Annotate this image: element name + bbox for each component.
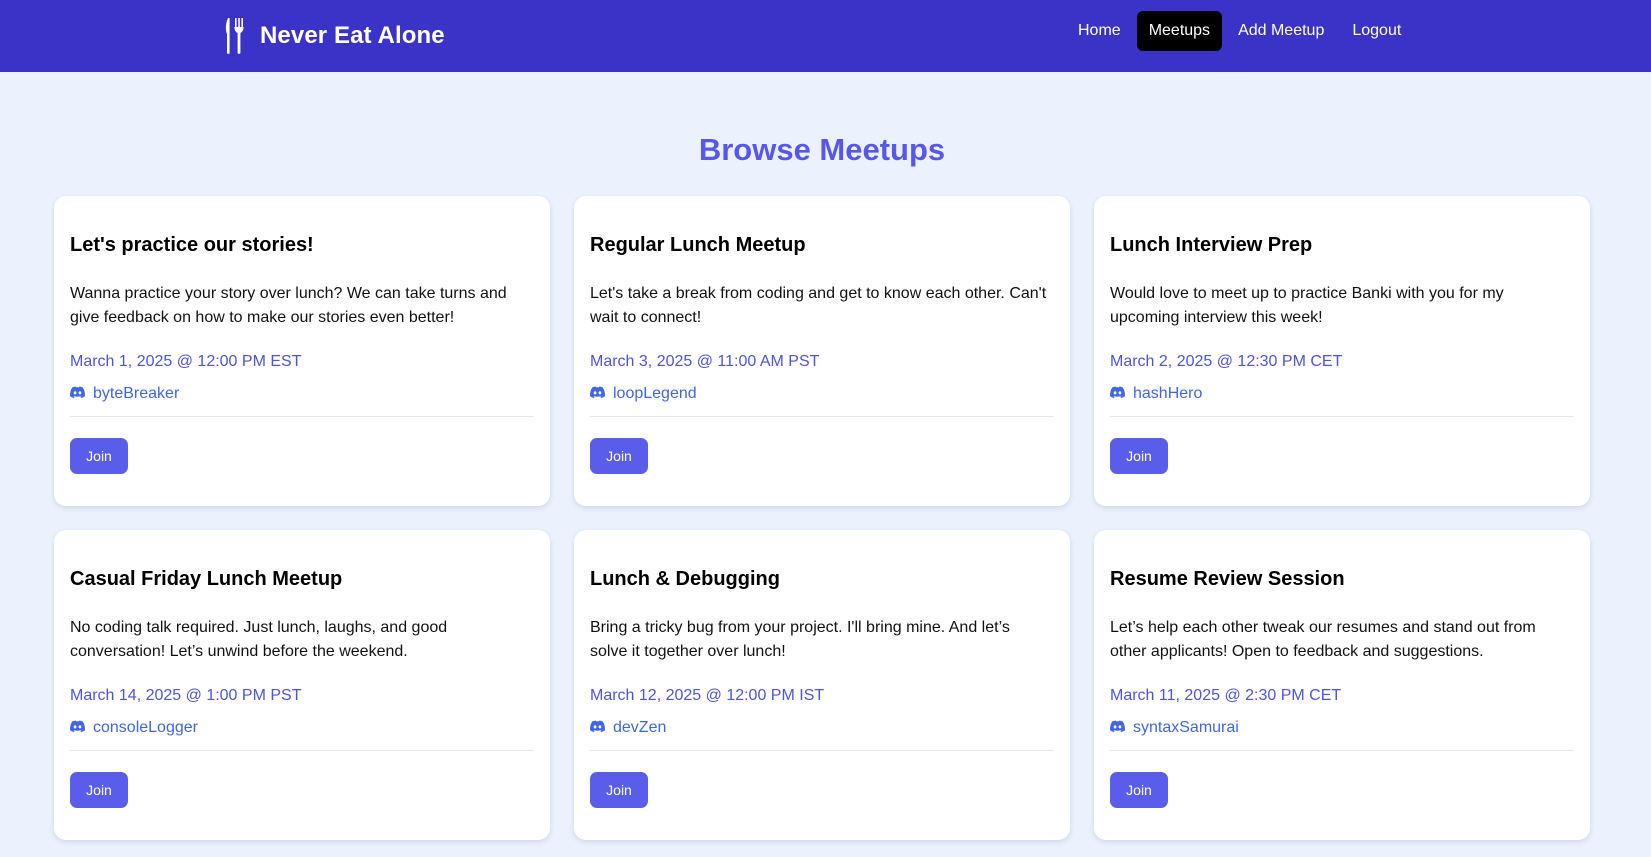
card-divider — [1110, 750, 1574, 751]
meetup-card: Lunch & Debugging Bring a tricky bug fro… — [574, 530, 1070, 840]
meetup-description: Wanna practice your story over lunch? We… — [70, 285, 507, 326]
meetup-description: Would love to meet up to practice Banki … — [1110, 285, 1504, 326]
meetup-description: Let’s help each other tweak our resumes … — [1110, 619, 1536, 660]
meetup-host-link[interactable]: byteBreaker — [70, 385, 179, 403]
meetup-title: Lunch & Debugging — [590, 568, 780, 590]
brand[interactable]: Never Eat Alone — [224, 0, 445, 72]
card-divider — [70, 750, 534, 751]
join-button[interactable]: Join — [70, 438, 128, 474]
discord-icon — [1110, 385, 1125, 403]
meetup-card: Let's practice our stories! Wanna practi… — [54, 196, 550, 506]
nav-meetups[interactable]: Meetups — [1136, 11, 1223, 51]
meetup-host-link[interactable]: consoleLogger — [70, 719, 198, 737]
discord-icon — [590, 385, 605, 403]
host-username: syntaxSamurai — [1133, 719, 1239, 736]
meetup-title: Resume Review Session — [1110, 568, 1345, 590]
card-divider — [70, 416, 534, 417]
meetup-title: Let's practice our stories! — [70, 234, 314, 256]
meetup-card: Regular Lunch Meetup Let's take a break … — [574, 196, 1070, 506]
host-username: devZen — [613, 719, 667, 736]
discord-icon — [70, 719, 85, 737]
meetup-datetime: March 2, 2025 @ 12:30 PM CET — [1110, 353, 1343, 370]
meetup-host-link[interactable]: syntaxSamurai — [1110, 719, 1239, 737]
card-divider — [590, 750, 1054, 751]
meetup-datetime: March 1, 2025 @ 12:00 PM EST — [70, 353, 302, 370]
top-navbar: Never Eat Alone Home Meetups Add Meetup … — [0, 0, 1651, 72]
join-button[interactable]: Join — [1110, 772, 1168, 808]
meetup-datetime: March 11, 2025 @ 2:30 PM CET — [1110, 687, 1342, 704]
card-divider — [590, 416, 1054, 417]
meetup-card: Casual Friday Lunch Meetup No coding tal… — [54, 530, 550, 840]
join-button[interactable]: Join — [590, 438, 648, 474]
meetup-title: Regular Lunch Meetup — [590, 234, 806, 256]
meetup-title: Lunch Interview Prep — [1110, 234, 1313, 256]
meetup-host-link[interactable]: hashHero — [1110, 385, 1202, 403]
page-title: Browse Meetups — [698, 132, 946, 167]
fork-knife-icon — [224, 17, 246, 55]
meetup-host-link[interactable]: loopLegend — [590, 385, 697, 403]
join-button[interactable]: Join — [70, 772, 128, 808]
meetup-card: Lunch Interview Prep Would love to meet … — [1094, 196, 1590, 506]
nav-add-meetup[interactable]: Add Meetup — [1226, 11, 1336, 51]
meetup-title: Casual Friday Lunch Meetup — [70, 568, 343, 590]
meetup-grid: Let's practice our stories! Wanna practi… — [54, 196, 1590, 840]
host-username: byteBreaker — [93, 385, 180, 402]
meetup-card: Resume Review Session Let’s help each ot… — [1094, 530, 1590, 840]
host-username: consoleLogger — [93, 719, 198, 736]
discord-icon — [590, 719, 605, 737]
meetup-description: Bring a tricky bug from your project. I'… — [590, 619, 1010, 660]
host-username: hashHero — [1133, 385, 1203, 402]
main-nav: Home Meetups Add Meetup Logout — [1066, 11, 1413, 51]
meetup-datetime: March 14, 2025 @ 1:00 PM PST — [70, 687, 302, 704]
discord-icon — [70, 385, 85, 403]
nav-logout[interactable]: Logout — [1340, 11, 1413, 51]
join-button[interactable]: Join — [590, 772, 648, 808]
discord-icon — [1110, 719, 1125, 737]
brand-title: Never Eat Alone — [260, 22, 445, 49]
meetup-description: Let's take a break from coding and get t… — [590, 285, 1047, 326]
meetup-host-link[interactable]: devZen — [590, 719, 666, 737]
meetup-description: No coding talk required. Just lunch, lau… — [70, 619, 448, 660]
meetup-datetime: March 12, 2025 @ 12:00 PM IST — [590, 687, 825, 704]
meetup-datetime: March 3, 2025 @ 11:00 AM PST — [590, 353, 820, 370]
join-button[interactable]: Join — [1110, 438, 1168, 474]
nav-home[interactable]: Home — [1066, 11, 1133, 51]
card-divider — [1110, 416, 1574, 417]
host-username: loopLegend — [613, 385, 697, 402]
